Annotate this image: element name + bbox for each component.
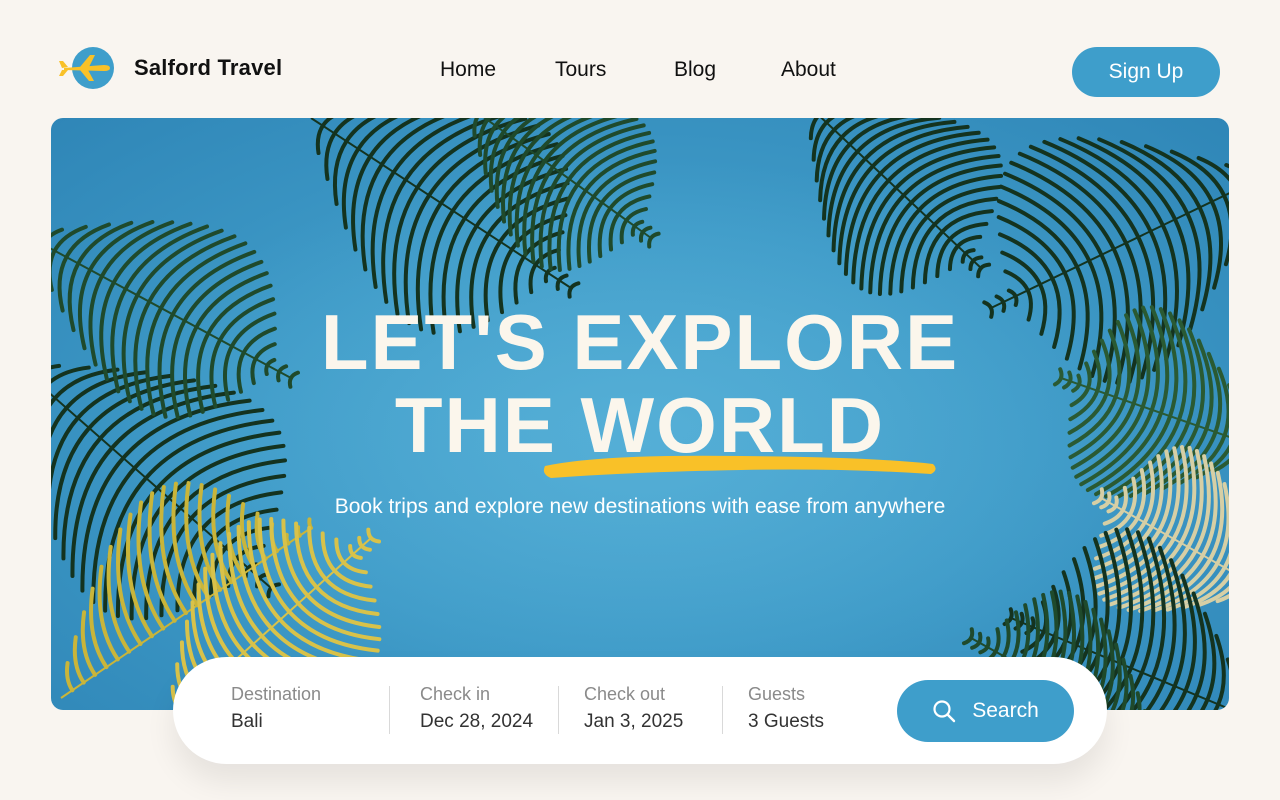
nav-item-tours[interactable]: Tours (555, 58, 606, 82)
brand-name: Salford Travel (134, 55, 283, 80)
guests-label: Guests (748, 684, 806, 704)
nav-item-blog[interactable]: Blog (674, 58, 716, 82)
check-in-field[interactable]: Check in Dec 28, 2024 (420, 684, 533, 733)
check-in-value: Dec 28, 2024 (420, 711, 534, 732)
nav-item-home[interactable]: Home (440, 58, 496, 82)
divider (558, 686, 559, 734)
destination-value: Bali (231, 711, 263, 732)
hero-headline-line2: THE WORLD (394, 381, 886, 469)
divider (389, 686, 390, 734)
nav-item-about[interactable]: About (781, 58, 836, 82)
search-icon (932, 699, 956, 723)
booking-search-bar: Destination Bali Check in Dec 28, 2024 C… (173, 657, 1107, 764)
site-header: Salford Travel Home Tours Blog About Sig… (0, 0, 1280, 118)
check-out-label: Check out (584, 684, 666, 704)
destination-field[interactable]: Destination Bali (231, 684, 321, 733)
check-in-label: Check in (420, 684, 491, 704)
check-out-value: Jan 3, 2025 (584, 711, 684, 732)
search-button-label: Search (972, 699, 1039, 722)
guests-field[interactable]: Guests 3 Guests (748, 684, 824, 733)
sign-up-button[interactable]: Sign Up (1072, 47, 1220, 97)
hero-subtitle: Book trips and explore new destinations … (334, 495, 946, 518)
divider (722, 686, 723, 734)
hero-banner: LET'S EXPLORE THE WORLD Book trips and e… (51, 118, 1229, 710)
check-out-field[interactable]: Check out Jan 3, 2025 (584, 684, 683, 733)
hero-headline-line1: LET'S EXPLORE (320, 298, 960, 386)
destination-label: Destination (231, 684, 322, 704)
airplane-logo-icon (58, 46, 114, 90)
brand-logo[interactable]: Salford Travel (58, 46, 282, 90)
guests-value: 3 Guests (748, 711, 825, 732)
search-button[interactable]: Search (897, 680, 1074, 742)
